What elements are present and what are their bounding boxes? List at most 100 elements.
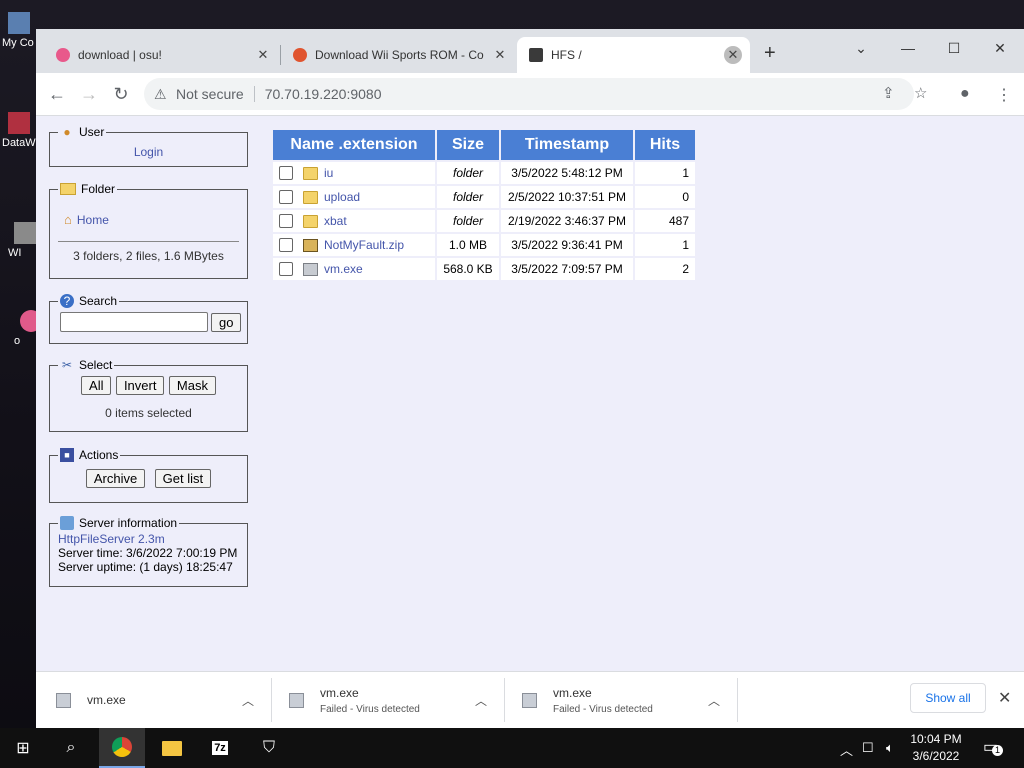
reload-button[interactable]: ↻ xyxy=(107,80,135,108)
download-divider xyxy=(271,678,272,722)
notification-icon[interactable]: ▭ 1 xyxy=(983,737,1003,757)
get-list-button[interactable]: Get list xyxy=(154,469,212,488)
select-all-button[interactable]: All xyxy=(81,376,112,395)
download-status: Failed - Virus detected xyxy=(553,703,653,715)
back-button[interactable]: ← xyxy=(43,80,71,108)
login-link[interactable]: Login xyxy=(134,145,163,159)
exe-file-icon xyxy=(303,262,318,276)
select-legend-text: Select xyxy=(79,358,113,372)
file-explorer-icon[interactable] xyxy=(149,728,195,768)
size-cell: folder xyxy=(437,210,499,232)
folder-legend: Folder xyxy=(58,182,117,196)
select-legend: ✂ Select xyxy=(58,358,114,372)
chevron-up-icon[interactable]: ︿ xyxy=(475,692,487,709)
hfs-version-link[interactable]: HttpFileServer 2.3m xyxy=(58,532,165,546)
download-item[interactable]: vm.exe Failed - Virus detected ︿ xyxy=(289,672,503,728)
close-tab-icon[interactable]: ✕ xyxy=(724,46,742,64)
invert-button[interactable]: Invert xyxy=(115,376,165,395)
show-all-button[interactable]: Show all xyxy=(910,683,986,713)
archive-button[interactable]: Archive xyxy=(85,469,146,488)
row-checkbox[interactable] xyxy=(279,214,293,229)
desktop-icon-computer[interactable]: My Co xyxy=(2,12,36,49)
download-filename: vm.exe xyxy=(320,685,359,700)
column-header-timestamp[interactable]: Timestamp xyxy=(501,130,633,160)
windows-start-icon[interactable]: ⊞ xyxy=(0,728,46,768)
close-downloads-icon[interactable]: ✕ xyxy=(998,688,1011,708)
mask-button[interactable]: Mask xyxy=(168,376,216,395)
file-link[interactable]: vm.exe xyxy=(324,262,363,276)
search-icon[interactable]: ⌕ xyxy=(48,728,94,768)
download-item[interactable]: vm.exe Failed - Virus detected ︿ xyxy=(522,672,736,728)
row-checkbox[interactable] xyxy=(279,190,293,205)
column-header-name[interactable]: Name .extension xyxy=(273,130,435,160)
hits-cell: 1 xyxy=(635,234,695,256)
downloads-bar: vm.exe ︿ vm.exe Failed - Virus detected … xyxy=(36,671,1024,728)
timestamp-cell: 2/5/2022 10:37:51 PM xyxy=(501,186,633,208)
file-link[interactable]: NotMyFault.zip xyxy=(324,238,404,252)
folder-legend-text: Folder xyxy=(81,182,116,196)
security-label[interactable]: Not secure xyxy=(176,86,244,102)
volume-icon[interactable]: 🔈︎ xyxy=(886,740,894,756)
tab-osu[interactable]: download | osu! ✕ xyxy=(36,37,280,73)
tab-strip: download | osu! ✕ Download Wii Sports RO… xyxy=(36,29,1024,73)
search-go-button[interactable]: go xyxy=(211,312,242,332)
desktop-icon-datawing[interactable]: DataW xyxy=(2,112,36,149)
chevron-up-icon[interactable]: ︿ xyxy=(840,740,853,759)
profile-avatar-icon[interactable]: ● xyxy=(960,85,970,103)
row-checkbox[interactable] xyxy=(279,238,293,253)
chrome-taskbar-icon[interactable] xyxy=(99,728,145,768)
download-filename: vm.exe xyxy=(553,685,592,700)
clock[interactable]: 10:04 PM 3/6/2022 xyxy=(896,731,976,765)
home-link[interactable]: Home xyxy=(77,213,109,227)
share-icon[interactable]: ⇪ xyxy=(882,84,895,102)
network-icon[interactable]: ☐ xyxy=(862,740,874,756)
size-cell: folder xyxy=(437,186,499,208)
new-tab-button[interactable]: + xyxy=(764,42,776,65)
folder-summary: 3 folders, 2 files, 1.6 MBytes xyxy=(73,249,224,263)
row-checkbox[interactable] xyxy=(279,166,293,181)
timestamp-cell: 3/5/2022 5:48:12 PM xyxy=(501,162,633,184)
hfs-page: ● User Login Folder ⌂ Home 3 folders, 2 f… xyxy=(36,116,1024,671)
browser-window: download | osu! ✕ Download Wii Sports RO… xyxy=(36,29,1024,728)
close-window-button[interactable]: ✕ xyxy=(985,35,1015,61)
forward-button[interactable]: → xyxy=(75,80,103,108)
address-bar[interactable]: ⚠ Not secure 70.70.19.220:9080 ⇪ ☆ xyxy=(144,78,927,110)
search-input[interactable] xyxy=(60,312,208,332)
column-header-size[interactable]: Size xyxy=(437,130,499,160)
column-header-hits[interactable]: Hits xyxy=(635,130,695,160)
hits-cell: 1 xyxy=(635,162,695,184)
home-icon: ⌂ xyxy=(64,212,72,227)
timestamp-cell: 2/19/2022 3:46:37 PM xyxy=(501,210,633,232)
user-legend: ● User xyxy=(58,125,106,139)
close-tab-icon[interactable]: ✕ xyxy=(254,46,272,64)
table-row: NotMyFault.zip 1.0 MB 3/5/2022 9:36:41 P… xyxy=(273,234,695,256)
warning-icon: ⚠ xyxy=(154,85,167,102)
chevron-up-icon[interactable]: ︿ xyxy=(242,692,254,709)
download-item[interactable]: vm.exe ︿ xyxy=(56,672,270,728)
tab-search-dropdown-icon[interactable]: ⌄ xyxy=(846,35,876,61)
hfs-icon xyxy=(529,48,543,62)
desktop-icon-label: WI xyxy=(8,247,22,259)
url-text[interactable]: 70.70.19.220:9080 xyxy=(265,86,382,102)
chevron-up-icon[interactable]: ︿ xyxy=(708,692,720,709)
actions-panel: ■ Actions Archive Get list xyxy=(49,448,248,503)
bookmark-star-icon[interactable]: ☆ xyxy=(914,84,927,102)
file-link[interactable]: iu xyxy=(324,166,333,180)
tab-wii-sports[interactable]: Download Wii Sports ROM - Co ✕ xyxy=(281,37,517,73)
windows-security-icon[interactable]: ⛉ xyxy=(246,728,292,768)
row-checkbox[interactable] xyxy=(279,262,293,277)
download-divider xyxy=(737,678,738,722)
scissors-icon: ✂ xyxy=(61,358,73,372)
7zip-icon[interactable]: 7z xyxy=(197,728,243,768)
file-link[interactable]: xbat xyxy=(324,214,347,228)
maximize-button[interactable]: ☐ xyxy=(939,35,969,61)
menu-kebab-icon[interactable]: ⋮ xyxy=(996,85,1012,105)
table-row: iu folder 3/5/2022 5:48:12 PM 1 xyxy=(273,162,695,184)
timestamp-cell: 3/5/2022 9:36:41 PM xyxy=(501,234,633,256)
close-tab-icon[interactable]: ✕ xyxy=(491,46,509,64)
address-divider xyxy=(253,86,255,102)
file-link[interactable]: upload xyxy=(324,190,360,204)
tab-hfs[interactable]: HFS / ✕ xyxy=(517,37,750,73)
desktop-icon-label: DataW xyxy=(2,137,36,149)
minimize-button[interactable]: — xyxy=(893,35,923,61)
